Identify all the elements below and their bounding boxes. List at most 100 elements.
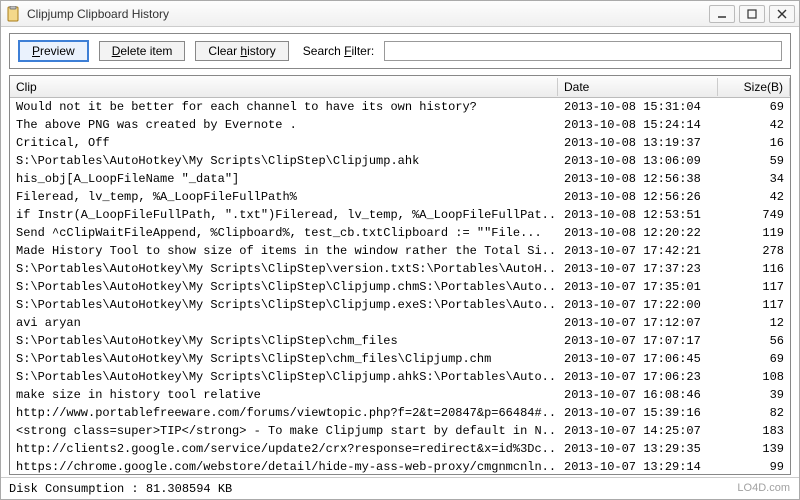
cell-size: 12 [718, 316, 790, 330]
maximize-button[interactable] [739, 5, 765, 23]
cell-size: 16 [718, 136, 790, 150]
table-row[interactable]: <strong class=super>TIP</strong> - To ma… [10, 422, 790, 440]
table-row[interactable]: S:\Portables\AutoHotkey\My Scripts\ClipS… [10, 260, 790, 278]
cell-clip: S:\Portables\AutoHotkey\My Scripts\ClipS… [10, 298, 558, 312]
cell-clip: Would not it be better for each channel … [10, 100, 558, 114]
cell-date: 2013-10-07 17:07:17 [558, 334, 718, 348]
table-row[interactable]: https://chrome.google.com/webstore/detai… [10, 458, 790, 474]
cell-clip: http://www.portablefreeware.com/forums/v… [10, 406, 558, 420]
cell-clip: S:\Portables\AutoHotkey\My Scripts\ClipS… [10, 334, 558, 348]
cell-date: 2013-10-08 13:19:37 [558, 136, 718, 150]
preview-button[interactable]: Preview [18, 40, 89, 62]
cell-date: 2013-10-07 15:39:16 [558, 406, 718, 420]
table-row[interactable]: The above PNG was created by Evernote .2… [10, 116, 790, 134]
table-row[interactable]: Critical, Off2013-10-08 13:19:3716 [10, 134, 790, 152]
table-row[interactable]: S:\Portables\AutoHotkey\My Scripts\ClipS… [10, 278, 790, 296]
cell-size: 99 [718, 460, 790, 474]
status-bar: Disk Consumption : 81.308594 KB [1, 477, 799, 499]
table-header: Clip Date Size(B) [10, 76, 790, 98]
cell-size: 42 [718, 118, 790, 132]
table-row[interactable]: S:\Portables\AutoHotkey\My Scripts\ClipS… [10, 296, 790, 314]
window-title: Clipjump Clipboard History [27, 7, 709, 21]
cell-date: 2013-10-08 15:31:04 [558, 100, 718, 114]
cell-clip: Fileread, lv_temp, %A_LoopFileFullPath% [10, 190, 558, 204]
cell-clip: if Instr(A_LoopFileFullPath, ".txt")File… [10, 208, 558, 222]
table-row[interactable]: S:\Portables\AutoHotkey\My Scripts\ClipS… [10, 350, 790, 368]
cell-size: 42 [718, 190, 790, 204]
table-row[interactable]: Send ^cClipWaitFileAppend, %Clipboard%, … [10, 224, 790, 242]
cell-date: 2013-10-07 17:12:07 [558, 316, 718, 330]
table-row[interactable]: Fileread, lv_temp, %A_LoopFileFullPath%2… [10, 188, 790, 206]
titlebar: Clipjump Clipboard History [1, 1, 799, 27]
cell-size: 69 [718, 352, 790, 366]
table-row[interactable]: make size in history tool relative2013-1… [10, 386, 790, 404]
cell-clip: Made History Tool to show size of items … [10, 244, 558, 258]
column-header-date[interactable]: Date [558, 78, 718, 96]
table-row[interactable]: S:\Portables\AutoHotkey\My Scripts\ClipS… [10, 368, 790, 386]
table-row[interactable]: http://clients2.google.com/service/updat… [10, 440, 790, 458]
cell-size: 278 [718, 244, 790, 258]
column-header-clip[interactable]: Clip [10, 78, 558, 96]
cell-size: 117 [718, 298, 790, 312]
history-table: Clip Date Size(B) Would not it be better… [9, 75, 791, 475]
cell-size: 39 [718, 388, 790, 402]
clear-history-button[interactable]: Clear history [195, 41, 288, 61]
cell-clip: The above PNG was created by Evernote . [10, 118, 558, 132]
cell-size: 34 [718, 172, 790, 186]
cell-date: 2013-10-08 12:20:22 [558, 226, 718, 240]
column-header-size[interactable]: Size(B) [718, 78, 790, 96]
table-body[interactable]: Would not it be better for each channel … [10, 98, 790, 474]
cell-clip: Send ^cClipWaitFileAppend, %Clipboard%, … [10, 226, 558, 240]
minimize-button[interactable] [709, 5, 735, 23]
search-filter-input[interactable] [384, 41, 782, 61]
cell-date: 2013-10-07 17:06:23 [558, 370, 718, 384]
table-row[interactable]: Would not it be better for each channel … [10, 98, 790, 116]
cell-size: 108 [718, 370, 790, 384]
app-window: Clipjump Clipboard History Preview Delet… [0, 0, 800, 500]
table-row[interactable]: if Instr(A_LoopFileFullPath, ".txt")File… [10, 206, 790, 224]
cell-size: 116 [718, 262, 790, 276]
disk-consumption-label: Disk Consumption : 81.308594 KB [9, 482, 232, 496]
cell-size: 119 [718, 226, 790, 240]
cell-date: 2013-10-07 17:22:00 [558, 298, 718, 312]
cell-clip: S:\Portables\AutoHotkey\My Scripts\ClipS… [10, 154, 558, 168]
cell-clip: S:\Portables\AutoHotkey\My Scripts\ClipS… [10, 352, 558, 366]
window-controls [709, 5, 795, 23]
cell-clip: Critical, Off [10, 136, 558, 150]
cell-date: 2013-10-08 15:24:14 [558, 118, 718, 132]
cell-clip: http://clients2.google.com/service/updat… [10, 442, 558, 456]
cell-date: 2013-10-07 17:06:45 [558, 352, 718, 366]
cell-clip: https://chrome.google.com/webstore/detai… [10, 460, 558, 474]
cell-date: 2013-10-07 17:42:21 [558, 244, 718, 258]
cell-date: 2013-10-08 12:53:51 [558, 208, 718, 222]
cell-clip: S:\Portables\AutoHotkey\My Scripts\ClipS… [10, 262, 558, 276]
search-filter-label: Search Filter: [303, 44, 374, 58]
cell-clip: S:\Portables\AutoHotkey\My Scripts\ClipS… [10, 370, 558, 384]
close-button[interactable] [769, 5, 795, 23]
cell-size: 183 [718, 424, 790, 438]
cell-size: 139 [718, 442, 790, 456]
cell-clip: S:\Portables\AutoHotkey\My Scripts\ClipS… [10, 280, 558, 294]
cell-size: 59 [718, 154, 790, 168]
cell-date: 2013-10-07 13:29:14 [558, 460, 718, 474]
table-row[interactable]: Made History Tool to show size of items … [10, 242, 790, 260]
cell-date: 2013-10-07 17:35:01 [558, 280, 718, 294]
table-row[interactable]: S:\Portables\AutoHotkey\My Scripts\ClipS… [10, 332, 790, 350]
app-icon [5, 6, 21, 22]
cell-size: 56 [718, 334, 790, 348]
table-row[interactable]: his_obj[A_LoopFileName "_data"]2013-10-0… [10, 170, 790, 188]
cell-date: 2013-10-08 13:06:09 [558, 154, 718, 168]
cell-size: 749 [718, 208, 790, 222]
cell-date: 2013-10-07 17:37:23 [558, 262, 718, 276]
cell-date: 2013-10-07 13:29:35 [558, 442, 718, 456]
table-row[interactable]: avi aryan2013-10-07 17:12:0712 [10, 314, 790, 332]
cell-date: 2013-10-07 14:25:07 [558, 424, 718, 438]
cell-clip: <strong class=super>TIP</strong> - To ma… [10, 424, 558, 438]
cell-date: 2013-10-07 16:08:46 [558, 388, 718, 402]
cell-clip: avi aryan [10, 316, 558, 330]
cell-clip: make size in history tool relative [10, 388, 558, 402]
delete-item-button[interactable]: Delete item [99, 41, 186, 61]
cell-size: 69 [718, 100, 790, 114]
table-row[interactable]: http://www.portablefreeware.com/forums/v… [10, 404, 790, 422]
table-row[interactable]: S:\Portables\AutoHotkey\My Scripts\ClipS… [10, 152, 790, 170]
